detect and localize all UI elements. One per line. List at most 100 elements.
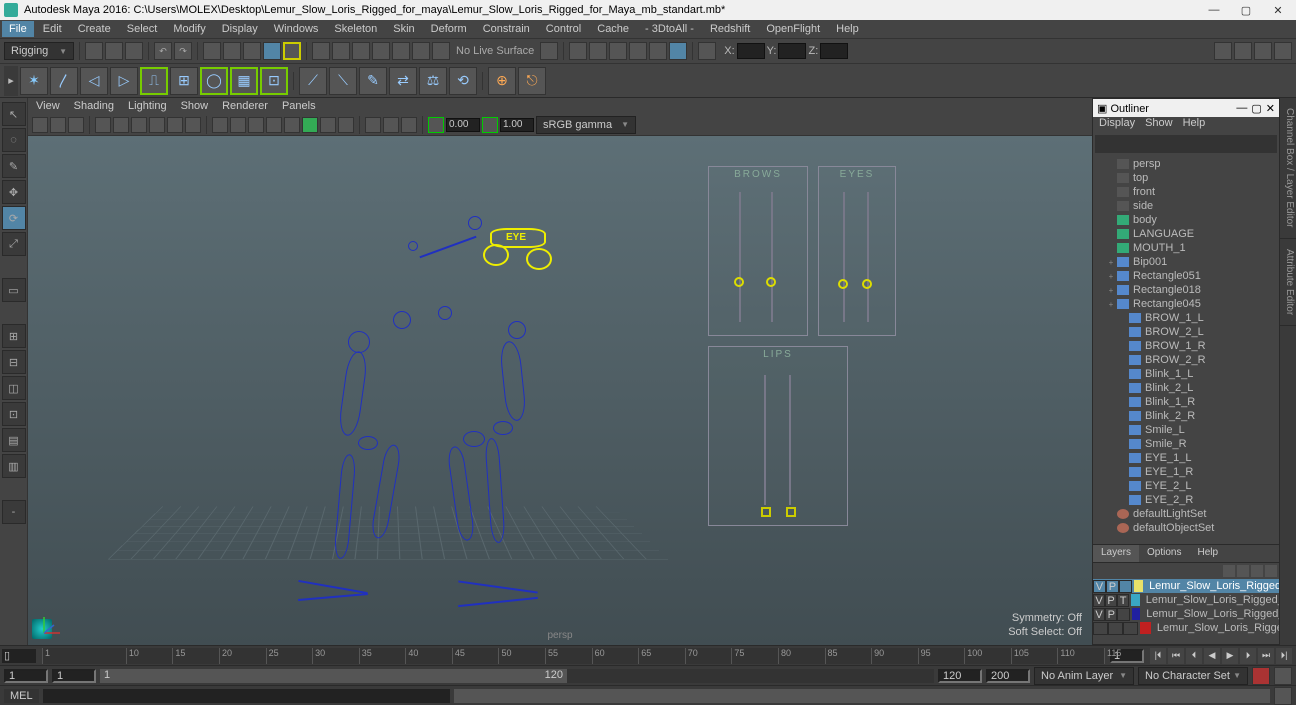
outliner-item-Smile_L[interactable]: Smile_L [1093,423,1279,437]
rig-skeleton[interactable]: EYE [278,206,578,636]
menu-modify[interactable]: Modify [166,21,212,37]
menu-openflight[interactable]: OpenFlight [759,21,827,37]
menu-constrain[interactable]: Constrain [476,21,537,37]
outliner-item-Blink_2_R[interactable]: Blink_2_R [1093,409,1279,423]
safe-action-icon[interactable] [185,117,201,133]
save-scene-icon[interactable] [125,42,143,60]
shelf-weights-icon[interactable]: ⚖ [419,67,447,95]
outliner-item-BROW_1_L[interactable]: BROW_1_L [1093,311,1279,325]
xray-joints-icon[interactable] [401,117,417,133]
character-set-dropdown[interactable]: No Character Set▼ [1138,667,1248,685]
outliner-search-input[interactable] [1095,135,1277,153]
eye-slider-1[interactable] [838,279,848,289]
redo-icon[interactable]: ↷ [174,42,192,60]
ao-icon[interactable] [302,117,318,133]
layers-help-tab[interactable]: Help [1189,545,1226,562]
outliner-item-Bip001[interactable]: +Bip001 [1093,255,1279,269]
shelf-tab-toggle[interactable]: ▸ [4,66,18,96]
outliner-item-MOUTH_1[interactable]: MOUTH_1 [1093,241,1279,255]
step-back-button[interactable]: ⏴ [1186,648,1202,664]
layers-tab[interactable]: Layers [1093,545,1139,562]
snap-view-icon[interactable] [412,42,430,60]
outliner-item-front[interactable]: front [1093,185,1279,199]
shelf-curve-icon[interactable]: 〳 [50,67,78,95]
sidebar-toggle-1-icon[interactable] [1214,42,1232,60]
play-back-button[interactable]: ◀ [1204,648,1220,664]
brow-slider-2[interactable] [766,277,776,287]
shadows-icon[interactable] [284,117,300,133]
outliner-item-Rectangle051[interactable]: +Rectangle051 [1093,269,1279,283]
menu-redshift[interactable]: Redshift [703,21,757,37]
gamma-input[interactable] [500,118,534,132]
shelf-cluster-icon[interactable]: ◯ [200,67,228,95]
snap-plane-icon[interactable] [372,42,390,60]
menu-windows[interactable]: Windows [267,21,326,37]
prefs-icon[interactable] [1274,667,1292,685]
outliner-item-LANGUAGE[interactable]: LANGUAGE [1093,227,1279,241]
play-forward-button[interactable]: ▶ [1222,648,1238,664]
make-live-icon[interactable] [432,42,450,60]
menu-select[interactable]: Select [120,21,165,37]
shelf-snap-icon[interactable]: ✶ [20,67,48,95]
image-plane-icon[interactable] [68,117,84,133]
coord-y-input[interactable] [778,43,806,59]
select-mask-icon[interactable] [283,42,301,60]
outliner-item-Rectangle045[interactable]: +Rectangle045 [1093,297,1279,311]
textured-icon[interactable] [248,117,264,133]
menu-skin[interactable]: Skin [386,21,421,37]
layer-row-Lemur_Slow_Loris_Rigged_bonesFB[interactable]: VPLemur_Slow_Loris_Rigged_bonesFB [1093,607,1279,621]
toggle-panel-icon[interactable] [698,42,716,60]
menu-3dtoall[interactable]: - 3DtoAll - [638,21,701,37]
layer-row-Lemur_Slow_Loris_Rigged[interactable]: Lemur_Slow_Loris_Rigged [1093,621,1279,635]
menu-help[interactable]: Help [829,21,866,37]
layout-three-icon[interactable]: ⊡ [2,402,26,426]
field-chart-icon[interactable] [167,117,183,133]
menu-display[interactable]: Display [215,21,265,37]
shelf-lattice-icon[interactable]: ⊞ [170,67,198,95]
menu-control[interactable]: Control [539,21,588,37]
paint-select-tool[interactable]: ✎ [2,154,26,178]
timeline-track[interactable]: 1101520253035404550556065707580859095100… [42,648,1104,664]
layers-list[interactable]: VPLemur_Slow_Loris_Rigged_CTRLVPTLemur_S… [1093,579,1279,644]
shelf-detach-icon[interactable]: ⟍ [329,67,357,95]
outliner-item-EYE_2_L[interactable]: EYE_2_L [1093,479,1279,493]
outliner-item-Blink_2_L[interactable]: Blink_2_L [1093,381,1279,395]
camera-select-icon[interactable] [32,117,48,133]
shelf-skin-icon[interactable]: ⟋ [299,67,327,95]
outliner-item-Blink_1_L[interactable]: Blink_1_L [1093,367,1279,381]
layout-four-icon[interactable]: ⊞ [2,324,26,348]
snap-curve-icon[interactable] [332,42,350,60]
layer-movedown-icon[interactable] [1237,565,1249,577]
select-object-icon[interactable] [243,42,261,60]
render-view-icon[interactable] [629,42,647,60]
ipr-render-icon[interactable] [589,42,607,60]
outliner-item-defaultLightSet[interactable]: defaultLightSet [1093,507,1279,521]
undo-icon[interactable]: ↶ [154,42,172,60]
isolate-icon[interactable] [365,117,381,133]
anim-layer-dropdown[interactable]: No Anim Layer▼ [1034,667,1134,685]
range-end-inner[interactable] [938,669,982,683]
multisample-icon[interactable] [338,117,354,133]
panel-menu-view[interactable]: View [36,100,60,112]
shelf-blend-icon[interactable]: ⊡ [260,67,288,95]
goto-start-button[interactable]: |⏴ [1150,648,1166,664]
film-gate-icon[interactable] [113,117,129,133]
range-start-inner[interactable] [52,669,96,683]
outliner-item-BROW_2_L[interactable]: BROW_2_L [1093,325,1279,339]
minimize-button[interactable]: — [1200,1,1228,19]
outliner-min-icon[interactable]: — [1236,102,1247,115]
layer-new-selected-icon[interactable] [1265,565,1277,577]
select-hierarchy-icon[interactable] [223,42,241,60]
layer-new-empty-icon[interactable] [1251,565,1263,577]
layout-single-icon[interactable]: ▭ [2,278,26,302]
lips-home-2[interactable] [786,507,796,517]
outliner-max-icon[interactable]: ▢ [1251,102,1261,115]
layer-row-Lemur_Slow_Loris_Rigged_CTRL_fre[interactable]: VPTLemur_Slow_Loris_Rigged_CTRL_fre [1093,593,1279,607]
rotate-tool[interactable]: ⟳ [2,206,26,230]
attribute-editor-tab[interactable]: Attribute Editor [1280,239,1296,326]
render-settings-icon[interactable] [609,42,627,60]
shelf-wrap-icon[interactable]: ▦ [230,67,258,95]
outliner-item-top[interactable]: top [1093,171,1279,185]
sidebar-toggle-2-icon[interactable] [1234,42,1252,60]
select-component-icon[interactable] [263,42,281,60]
